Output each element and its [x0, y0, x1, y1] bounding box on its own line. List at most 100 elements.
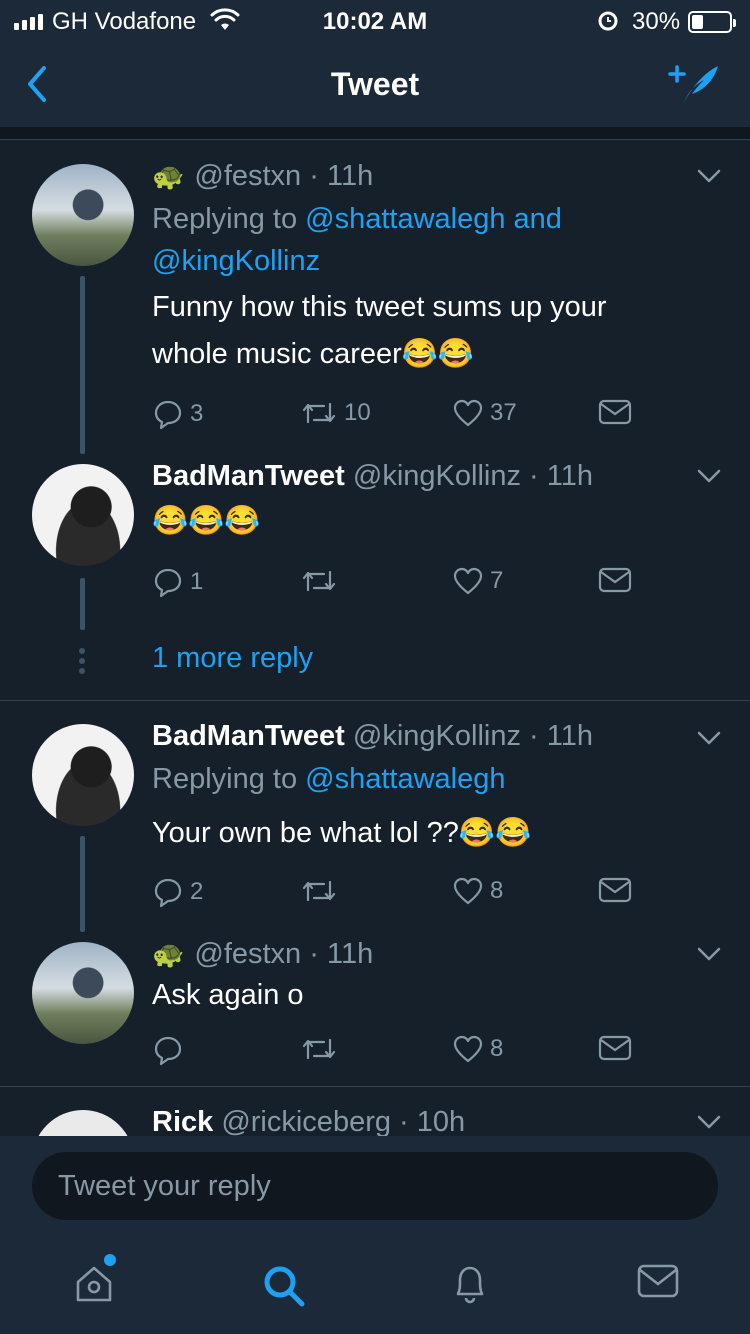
envelope-icon: [598, 399, 632, 425]
tweet-header: BadManTweet @kingKollinz · 11h: [152, 720, 593, 753]
like-count: 8: [490, 1035, 504, 1062]
reply-icon: [154, 878, 182, 908]
envelope-icon: [598, 877, 632, 903]
retweet-button[interactable]: 10: [300, 398, 371, 428]
heart-icon: [453, 399, 483, 427]
reply-count: 2: [190, 878, 204, 905]
replying-to: Replying to @shattawalegh: [152, 758, 506, 800]
tweet-actions: 8: [152, 1034, 652, 1068]
chevron-down-icon[interactable]: [696, 1112, 722, 1137]
tweet-handle[interactable]: @kingKollinz: [353, 460, 521, 492]
tweet-author-name[interactable]: BadManTweet: [152, 720, 345, 752]
like-button[interactable]: 37: [452, 398, 517, 428]
retweet-icon: [302, 1038, 336, 1060]
tweet-time: · 11h: [309, 160, 374, 192]
retweet-button[interactable]: [300, 1034, 344, 1064]
reply-button[interactable]: 1: [152, 566, 203, 598]
replying-to: Replying to @shattawalegh and @kingKolli…: [152, 198, 652, 282]
reply-count: 1: [190, 568, 204, 595]
chevron-down-icon[interactable]: [696, 466, 722, 491]
reply-icon: [154, 1036, 182, 1066]
replying-prefix: Replying to: [152, 203, 298, 235]
retweet-button[interactable]: [300, 876, 344, 906]
reply-button[interactable]: 2: [152, 876, 203, 908]
tweet-header: Rick @rickiceberg · 10h: [152, 1106, 465, 1139]
tweet-author-name[interactable]: BadManTweet: [152, 460, 345, 492]
share-dm-button[interactable]: [598, 566, 632, 594]
reply-input[interactable]: Tweet your reply: [32, 1152, 718, 1220]
tweet-time: · 11h: [309, 938, 374, 970]
like-count: 8: [490, 877, 504, 904]
tweet-text: Your own be what lol ??😂😂: [152, 817, 532, 849]
new-content-indicator: [104, 1254, 116, 1266]
tweet-time: · 11h: [529, 720, 593, 752]
messages-icon[interactable]: [636, 1262, 680, 1307]
thread-divider: [0, 1086, 750, 1087]
tweet-header: 🐢 @festxn · 11h: [152, 938, 373, 971]
avatar[interactable]: [32, 464, 134, 566]
like-count: 7: [490, 567, 504, 594]
tweet-author-name[interactable]: Rick: [152, 1106, 213, 1138]
retweet-icon: [302, 402, 336, 424]
like-count: 37: [490, 399, 517, 426]
reply-icon: [154, 568, 182, 598]
reply-button[interactable]: 3: [152, 398, 203, 430]
search-icon[interactable]: [260, 1262, 308, 1315]
retweet-button[interactable]: [300, 566, 344, 596]
battery-percent: 30%: [632, 8, 681, 35]
thread-connector: [80, 578, 85, 630]
avatar[interactable]: [32, 942, 134, 1044]
share-dm-button[interactable]: [598, 876, 632, 904]
retweet-icon: [302, 570, 336, 592]
tweet-handle[interactable]: @kingKollinz: [353, 720, 521, 752]
alarm-icon: [596, 8, 620, 39]
reply-count: 3: [190, 400, 204, 427]
compose-tweet-icon[interactable]: [664, 60, 722, 115]
page-title: Tweet: [330, 66, 420, 102]
tweet-text: Funny how this tweet sums up your whole …: [152, 291, 607, 370]
reply-button[interactable]: [152, 1034, 190, 1066]
replying-to-link[interactable]: @shattawalegh: [305, 763, 505, 795]
turtle-emoji: 🐢: [152, 161, 185, 191]
status-bar: GH Vodafone 10:02 AM 30%: [0, 0, 750, 40]
tweet-handle[interactable]: @festxn: [194, 938, 301, 970]
tweet-handle[interactable]: @rickiceberg: [221, 1106, 391, 1138]
avatar[interactable]: [32, 724, 134, 826]
reply-icon: [154, 400, 182, 430]
battery-icon: [688, 11, 736, 33]
like-button[interactable]: 7: [452, 566, 503, 596]
replying-prefix: Replying to: [152, 763, 298, 795]
tweet-actions: 2 8: [152, 876, 652, 910]
tweet-header: BadManTweet @kingKollinz · 11h: [152, 460, 593, 493]
envelope-icon: [598, 1035, 632, 1061]
thread-connector: [80, 276, 85, 454]
envelope-icon: [598, 567, 632, 593]
tweet-header: 🐢 @festxn · 11h: [152, 160, 373, 193]
tweet-time: · 10h: [399, 1106, 466, 1138]
notifications-icon[interactable]: [450, 1262, 490, 1311]
avatar[interactable]: [32, 164, 134, 266]
like-button[interactable]: 8: [452, 1034, 503, 1064]
chevron-down-icon[interactable]: [696, 944, 722, 969]
nav-divider: [0, 128, 750, 140]
share-dm-button[interactable]: [598, 1034, 632, 1062]
reply-bar: Tweet your reply: [0, 1136, 750, 1238]
chevron-down-icon[interactable]: [696, 166, 722, 191]
tweet-handle[interactable]: @festxn: [194, 160, 301, 192]
heart-icon: [453, 1035, 483, 1063]
retweet-count: 10: [344, 399, 371, 426]
navigation-bar: Tweet: [0, 40, 750, 128]
retweet-icon: [302, 880, 336, 902]
chevron-down-icon[interactable]: [696, 728, 722, 753]
home-icon[interactable]: [72, 1262, 116, 1311]
battery-fill: [692, 15, 703, 29]
more-replies-link[interactable]: 1 more reply: [152, 642, 313, 675]
turtle-emoji: 🐢: [152, 939, 185, 969]
tweet-actions: 1 7: [152, 566, 652, 600]
thread-more-dots: [79, 648, 85, 678]
share-dm-button[interactable]: [598, 398, 632, 426]
tweet-actions: 3 10 37: [152, 398, 652, 432]
tweet-time: · 11h: [529, 460, 593, 492]
tab-bar: [0, 1238, 750, 1334]
like-button[interactable]: 8: [452, 876, 503, 906]
